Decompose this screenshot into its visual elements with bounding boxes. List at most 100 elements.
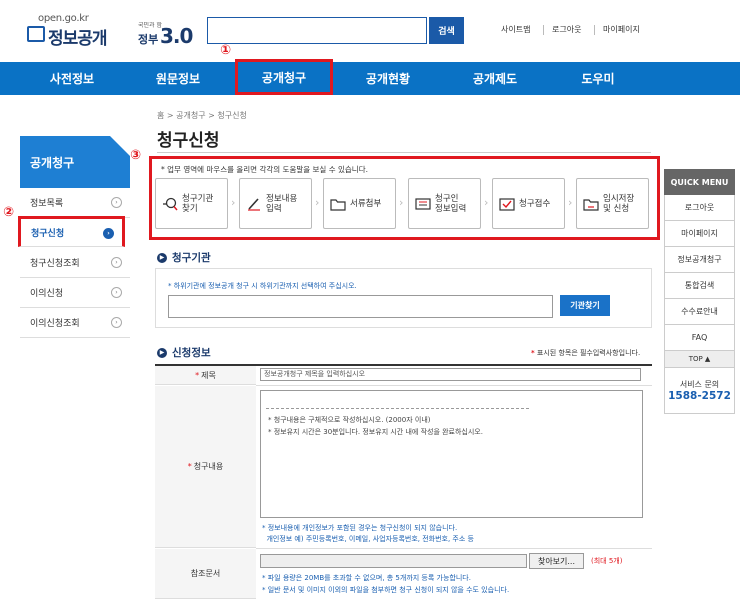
chevron-right-icon: › [568, 196, 573, 209]
service-phone: 1588-2572 [668, 390, 731, 402]
marker-3: ③ [130, 148, 142, 163]
marker-2: ② [3, 205, 15, 220]
nav-item-disclosure-status[interactable]: 공개현황 [338, 62, 438, 95]
util-link-sitemap[interactable]: 사이트맵 [501, 24, 530, 35]
search-icon [162, 197, 178, 211]
section-bullet-icon: ▶ [157, 252, 167, 263]
section-bullet-icon: ▶ [157, 347, 167, 358]
chevron-right-icon: › [484, 196, 489, 209]
quick-menu-request[interactable]: 정보공개청구 [664, 247, 735, 273]
service-contact: 서비스 문의 1588-2572 [664, 368, 735, 414]
row-divider [256, 385, 652, 386]
step-label: 서류첨부 [350, 198, 382, 209]
sidebar-item-objection[interactable]: 이의신청 › [20, 278, 130, 308]
file-input[interactable] [260, 554, 527, 568]
required-star: * [187, 462, 192, 471]
sidebar-item-objection-lookup[interactable]: 이의신청조회 › [20, 308, 130, 338]
file-max-note: (최대 5개) [591, 557, 623, 565]
file-type-note: * 일반 문서 및 이미지 이외의 파일을 첨부하면 청구 신청이 되지 않을 … [262, 586, 510, 594]
title-divider [157, 152, 651, 153]
section-institution: ▶ 청구기관 [157, 250, 211, 265]
content-divider [266, 408, 529, 409]
checklist-icon [499, 197, 515, 211]
util-divider [594, 25, 595, 35]
gov-label: 정부 [138, 33, 159, 46]
sidebar-item-label: 이의신청 [30, 289, 64, 299]
section-application: ▶ 신청정보 [157, 345, 211, 360]
sidebar-title: 공개청구 [20, 136, 130, 188]
subject-input[interactable]: 정보공개청구 제목을 입력하십시오 [260, 368, 641, 381]
content-label-text: 청구내용 [193, 462, 224, 471]
nav-item-disclosure-system[interactable]: 공개제도 [445, 62, 545, 95]
institution-input[interactable] [168, 295, 553, 318]
step-label: 청구기관 찾기 [182, 193, 214, 214]
row-divider [256, 548, 652, 549]
sidebar-item-request-lookup[interactable]: 청구신청조회 › [20, 248, 130, 278]
sidebar-item-label: 정보목록 [30, 199, 64, 209]
nav-item-disclosure-request[interactable]: 공개청구 [235, 59, 333, 95]
logo-icon [27, 26, 45, 42]
quick-menu: QUICK MENU 로그아웃 마이페이지 정보공개청구 통합검색 수수료안내 … [664, 169, 735, 414]
pencil-icon [246, 197, 262, 211]
chevron-right-icon: › [111, 197, 122, 208]
steps-guide: * 업무 영역에 마우스를 올리면 각각의 도움말을 보실 수 있습니다. [161, 165, 368, 174]
step-submit-request[interactable]: 청구접수 [492, 178, 565, 229]
site-logo[interactable]: 정보공개 [48, 24, 108, 49]
step-label: 정보내용 입력 [266, 193, 298, 214]
chevron-right-icon: › [315, 196, 320, 209]
sidebar-item-info-list[interactable]: 정보목록 › [20, 188, 130, 218]
file-size-note: * 파일 용량은 20MB를 초과할 수 없으며, 총 5개까지 등록 가능합니… [262, 574, 471, 582]
step-save-and-apply[interactable]: 임시저장 및 신청 [576, 178, 649, 229]
chevron-right-icon: › [231, 196, 236, 209]
step-label: 임시저장 및 신청 [603, 193, 635, 214]
chevron-right-icon: › [103, 228, 114, 239]
browse-button[interactable]: 찾아보기... [529, 553, 584, 569]
quick-menu-fees[interactable]: 수수료안내 [664, 299, 735, 325]
required-note: * 표시된 항목은 필수입력사항입니다. [531, 348, 640, 358]
required-star: * [195, 370, 200, 380]
content-label: * 청구내용 [155, 386, 256, 548]
section-title: 청구기관 [172, 252, 211, 264]
util-link-logout[interactable]: 로그아웃 [552, 24, 581, 35]
sidebar-item-label: 이의신청조회 [30, 319, 80, 329]
util-link-mypage[interactable]: 마이페이지 [603, 24, 640, 35]
quick-menu-search[interactable]: 통합검색 [664, 273, 735, 299]
id-card-icon [415, 197, 431, 211]
step-enter-content[interactable]: 정보내용 입력 [239, 178, 312, 229]
service-label: 서비스 문의 [679, 380, 720, 389]
gov-tagline: 국민과 함께하는 [138, 22, 162, 29]
util-divider [543, 25, 544, 35]
section-title: 신청정보 [172, 347, 211, 359]
sidebar-item-label: 청구신청조회 [30, 259, 80, 269]
content-hint: * 청구내용은 구체적으로 작성하십시오. (2000자 이내) [268, 416, 431, 424]
step-requester-info[interactable]: 청구인 정보입력 [408, 178, 481, 229]
chevron-right-icon: › [111, 287, 122, 298]
gov-version: 3.0 [160, 24, 193, 48]
save-folder-icon [583, 197, 599, 211]
nav-item-prior-info[interactable]: 사전정보 [22, 62, 122, 95]
folder-icon [330, 197, 346, 211]
reference-label: 참조문서 [155, 549, 256, 599]
step-label: 청구접수 [519, 198, 551, 209]
quick-menu-logout[interactable]: 로그아웃 [664, 195, 735, 221]
find-institution-button[interactable]: 기관찾기 [560, 295, 610, 316]
nav-item-original-info[interactable]: 원문정보 [128, 62, 228, 95]
chevron-right-icon: › [111, 317, 122, 328]
institution-note: * 하위기관에 정보공개 청구 시 하위기관까지 선택하여 주십시오. [168, 282, 357, 290]
quick-menu-faq[interactable]: FAQ [664, 325, 735, 351]
scroll-top-button[interactable]: TOP ▲ [664, 351, 735, 368]
marker-1: ① [220, 43, 232, 58]
search-input[interactable] [207, 17, 427, 44]
quick-menu-mypage[interactable]: 마이페이지 [664, 221, 735, 247]
step-find-institution[interactable]: 청구기관 찾기 [155, 178, 228, 229]
chevron-right-icon: › [111, 257, 122, 268]
logo-url: open.go.kr [38, 13, 89, 24]
quick-menu-title: QUICK MENU [664, 169, 735, 195]
sidebar-item-label: 청구신청 [31, 229, 65, 239]
content-textarea[interactable] [260, 390, 643, 518]
nav-item-help[interactable]: 도우미 [548, 62, 648, 95]
sidebar-item-request[interactable]: 청구신청 › [18, 216, 125, 247]
step-attach-documents[interactable]: 서류첨부 [323, 178, 396, 229]
search-button[interactable]: 검색 [429, 17, 464, 44]
privacy-note: * 정보내용에 개인정보가 포함된 경우는 청구신청이 되지 않습니다. [262, 524, 458, 532]
